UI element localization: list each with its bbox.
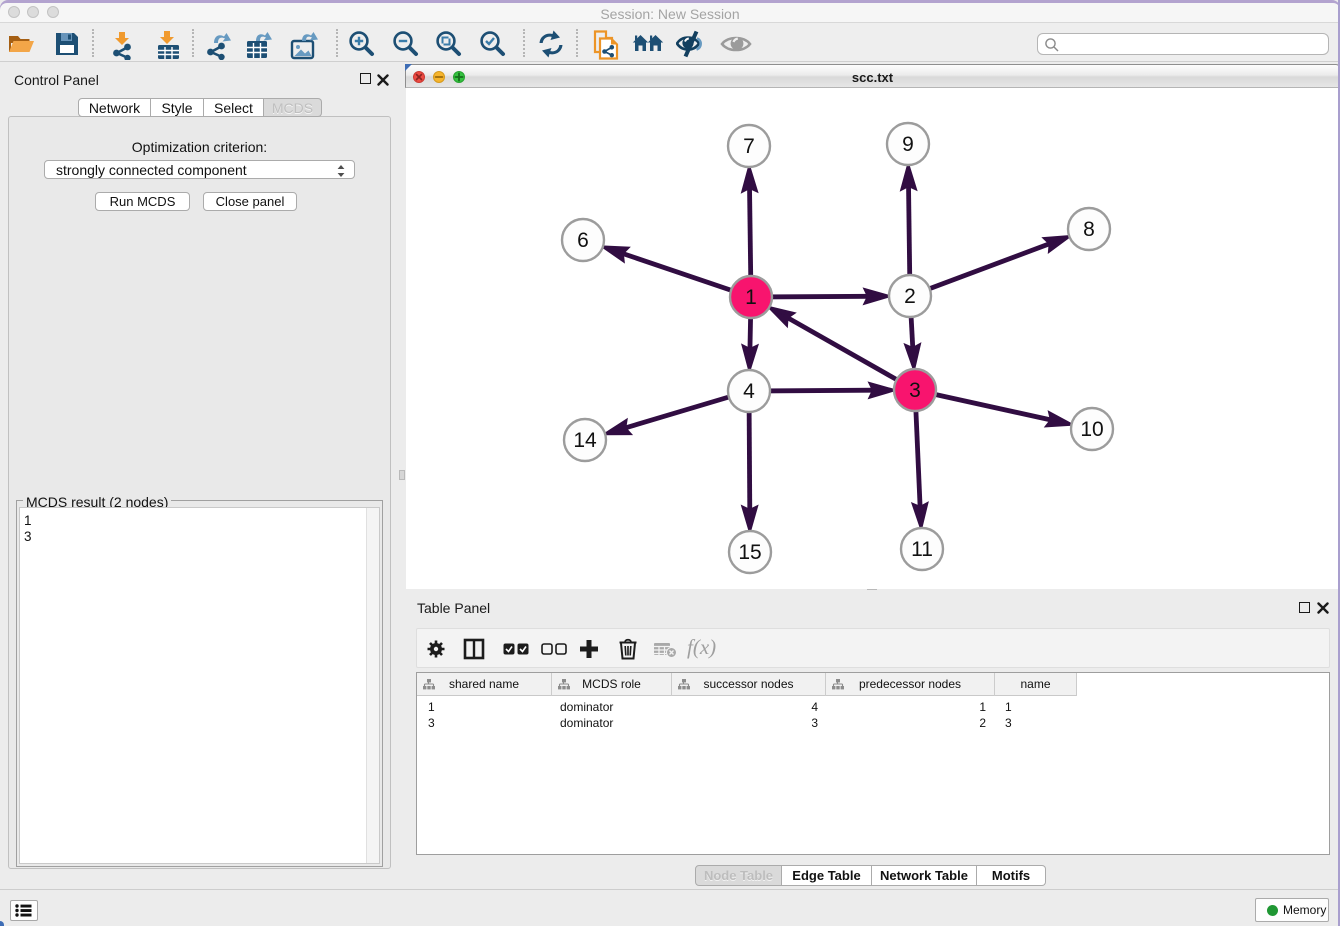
svg-text:14: 14 [573, 429, 597, 452]
svg-text:15: 15 [738, 541, 761, 564]
svg-text:11: 11 [911, 538, 933, 561]
svg-text:1: 1 [745, 286, 757, 309]
svg-text:4: 4 [743, 380, 755, 403]
svg-text:2: 2 [904, 285, 916, 308]
svg-text:6: 6 [577, 229, 589, 252]
svg-text:9: 9 [902, 133, 914, 156]
svg-text:7: 7 [743, 135, 755, 158]
svg-text:3: 3 [909, 379, 921, 402]
svg-text:8: 8 [1083, 218, 1095, 241]
svg-text:10: 10 [1080, 418, 1103, 441]
